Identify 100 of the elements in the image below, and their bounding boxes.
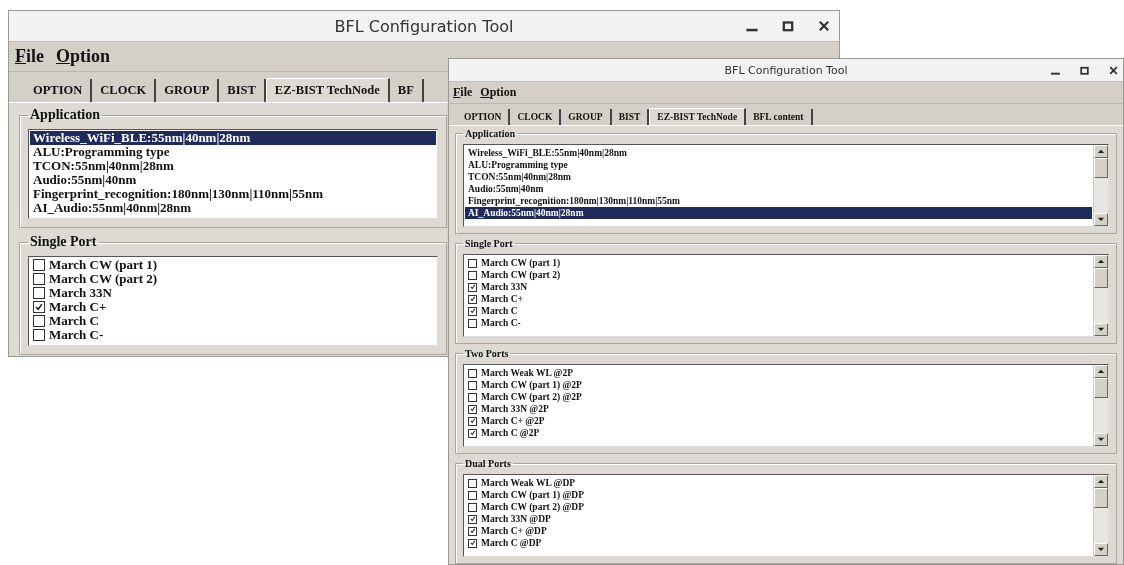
window-title: BFL Configuration Tool <box>724 63 848 77</box>
checkbox[interactable] <box>468 282 477 292</box>
list-box[interactable]: March CW (part 1) March CW (part 2) March 33N March C+ March C March C- <box>28 256 438 346</box>
checkbox[interactable] <box>33 259 45 271</box>
checkbox[interactable] <box>468 294 477 304</box>
checkbox[interactable] <box>468 380 477 390</box>
up-arrow-icon <box>1097 479 1105 484</box>
checkbox[interactable] <box>468 416 477 426</box>
checkbox-label: March 33N <box>480 282 527 292</box>
checkbox[interactable] <box>468 428 477 438</box>
checkbox[interactable] <box>33 329 45 341</box>
scroll-thumb[interactable] <box>1094 158 1108 178</box>
group-title: Single Port <box>464 238 514 249</box>
checkbox-label: March C+ <box>48 299 107 315</box>
checkbox[interactable] <box>468 270 477 280</box>
list-box[interactable]: March Weak WL @DP March CW (part 1) @DP March CW (part 2) @DP March 33N @DP March C+ @DP March C @DP <box>463 474 1109 557</box>
checkbox-label: March CW (part 1) @DP <box>480 490 584 500</box>
checkbox-label: March Weak WL @2P <box>480 368 573 378</box>
checkbox-label: March CW (part 1) <box>480 258 561 268</box>
list-item[interactable]: Fingerprint_recognition:180nm|130nm|110nm|55nm <box>465 195 1092 207</box>
scrollbar[interactable] <box>1093 255 1108 336</box>
list-box[interactable]: Wireless_WiFi_BLE:55nm|40nm|28nm ALU:Programming type TCON:55nm|40nm|28nm Audio:55nm|40nm Fingerprint_recognition:180nm|130nm|110nm|55nm AI_Audio:55nm|40nm|28nm <box>28 129 438 219</box>
checkbox-label: March C- <box>480 318 521 328</box>
scroll-down-button[interactable] <box>1094 323 1108 336</box>
menu-item[interactable]: Option <box>56 46 111 67</box>
tab[interactable]: EZ-BIST TechNode <box>265 78 390 102</box>
checkbox-label: March C <box>48 313 99 329</box>
scroll-down-button[interactable] <box>1094 433 1108 446</box>
menu-item[interactable]: File <box>15 46 44 67</box>
checkbox-label: March C- <box>48 327 104 343</box>
scroll-down-button[interactable] <box>1094 213 1108 226</box>
checkbox[interactable] <box>468 538 477 548</box>
scroll-up-button[interactable] <box>1094 475 1108 488</box>
scrollbar[interactable] <box>1093 365 1108 446</box>
scroll-up-button[interactable] <box>1094 255 1108 268</box>
list-item[interactable]: Wireless_WiFi_BLE:55nm|40nm|28nm <box>465 147 1092 159</box>
list-box[interactable]: Wireless_WiFi_BLE:55nm|40nm|28nm ALU:Programming type TCON:55nm|40nm|28nm Audio:55nm|40nm Fingerprint_recognition:180nm|130nm|110nm|55nm AI_Audio:55nm|40nm|28nm <box>463 144 1109 227</box>
list-item[interactable]: Audio:55nm|40nm <box>30 173 436 187</box>
checkbox-label: March C @2P <box>480 428 540 438</box>
list-item[interactable]: Wireless_WiFi_BLE:55nm|40nm|28nm <box>30 131 436 145</box>
checkbox-label: March CW (part 1) @2P <box>480 380 582 390</box>
checkbox[interactable] <box>468 368 477 378</box>
checkbox[interactable] <box>33 273 45 285</box>
checkbox-label: March Weak WL @DP <box>480 478 576 488</box>
list-box[interactable]: March CW (part 1) March CW (part 2) March 33N March C+ March C March C- <box>463 254 1109 337</box>
checkbox-label: March 33N @2P <box>480 404 549 414</box>
menu-item[interactable]: Option <box>480 85 517 100</box>
list-item[interactable]: AI_Audio:55nm|40nm|28nm <box>30 201 436 215</box>
list-box[interactable]: March Weak WL @2P March CW (part 1) @2P March CW (part 2) @2P March 33N @2P March C+ @2P March C @2P <box>463 364 1109 447</box>
checkbox[interactable] <box>468 318 477 328</box>
scroll-thumb[interactable] <box>1094 268 1108 288</box>
checkbox[interactable] <box>468 478 477 488</box>
checkbox-label: March C @DP <box>480 538 542 548</box>
checkbox-label: March C <box>480 306 518 316</box>
checkbox[interactable] <box>468 392 477 402</box>
down-arrow-icon <box>1097 217 1105 222</box>
checkbox-label: March 33N @DP <box>480 514 551 524</box>
maximize-icon[interactable] <box>1079 64 1090 76</box>
checkbox-label: March CW (part 2) @2P <box>480 392 582 402</box>
checkbox[interactable] <box>468 258 477 268</box>
checkbox[interactable] <box>468 490 477 500</box>
menu-item[interactable]: File <box>453 85 473 100</box>
list-item[interactable]: ALU:Programming type <box>30 145 436 159</box>
checkbox-label: March CW (part 2) <box>480 270 561 280</box>
checkbox[interactable] <box>33 287 45 299</box>
down-arrow-icon <box>1097 437 1105 442</box>
tab[interactable]: EZ-BIST TechNode <box>649 108 747 125</box>
maximize-icon[interactable] <box>781 19 795 33</box>
checkbox-label: March C+ @DP <box>480 526 547 536</box>
list-item[interactable]: Fingerprint_recognition:180nm|130nm|110nm|55nm <box>30 187 436 201</box>
checkbox[interactable] <box>468 526 477 536</box>
scrollbar[interactable] <box>1093 145 1108 226</box>
list-item[interactable]: ALU:Programming type <box>465 159 1092 171</box>
close-icon[interactable] <box>1108 64 1119 76</box>
checkbox[interactable] <box>33 315 45 327</box>
scroll-up-button[interactable] <box>1094 365 1108 378</box>
list-item[interactable]: TCON:55nm|40nm|28nm <box>465 171 1092 183</box>
group-title: Two Ports <box>464 348 510 359</box>
checkbox[interactable] <box>468 502 477 512</box>
list-item[interactable]: Audio:55nm|40nm <box>465 183 1092 195</box>
group-title: Dual Ports <box>464 458 512 469</box>
checkbox[interactable] <box>468 404 477 414</box>
checkbox[interactable] <box>468 514 477 524</box>
checkbox-label: March CW (part 2) <box>48 271 158 287</box>
checkbox[interactable] <box>468 306 477 316</box>
group-title: Single Port <box>29 234 98 250</box>
checkbox-label: March CW (part 2) @DP <box>480 502 584 512</box>
scroll-thumb[interactable] <box>1094 378 1108 398</box>
scroll-up-button[interactable] <box>1094 145 1108 158</box>
group-title: Application <box>464 128 516 139</box>
list-item[interactable]: TCON:55nm|40nm|28nm <box>30 159 436 173</box>
group-title: Application <box>29 107 101 123</box>
scrollbar[interactable] <box>1093 475 1108 556</box>
scroll-thumb[interactable] <box>1094 488 1108 508</box>
list-item[interactable]: AI_Audio:55nm|40nm|28nm <box>465 207 1092 219</box>
down-arrow-icon <box>1097 327 1105 332</box>
checkbox[interactable] <box>33 301 45 313</box>
checkbox-label: March C+ <box>480 294 523 304</box>
close-icon[interactable] <box>817 19 831 33</box>
scroll-down-button[interactable] <box>1094 543 1108 556</box>
